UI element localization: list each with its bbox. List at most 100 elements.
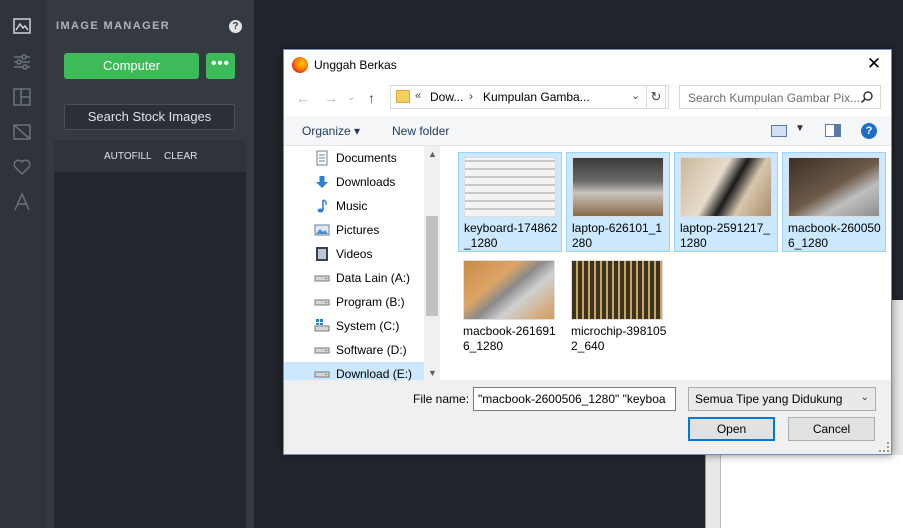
file-name: laptop-2591217_1280: [680, 221, 771, 250]
nav-item-software-d[interactable]: Software (D:): [314, 339, 424, 361]
nav-item-system-c[interactable]: System (C:): [314, 315, 424, 337]
search-stock-images-button[interactable]: Search Stock Images: [64, 104, 235, 130]
back-arrow-icon[interactable]: ←: [296, 90, 310, 106]
nav-item-label: System (C:): [336, 319, 400, 333]
tool-rail: [0, 0, 46, 528]
organize-menu[interactable]: Organize ▾: [302, 124, 360, 138]
search-icon: [860, 91, 873, 104]
downloads-icon: [314, 174, 330, 190]
file-name-label: File name:: [413, 392, 470, 406]
help-icon[interactable]: ?: [229, 20, 242, 33]
file-thumbnail: [680, 157, 772, 217]
nav-item-label: Music: [336, 199, 368, 213]
nav-item-pictures[interactable]: Pictures: [314, 219, 424, 241]
sliders-icon[interactable]: [12, 52, 32, 72]
file-name: macbook-2616916_1280: [463, 324, 556, 353]
breadcrumb-separator: ›: [469, 89, 473, 103]
address-dropdown-icon[interactable]: ⌄: [631, 89, 640, 102]
file-item[interactable]: macbook-2616916_1280: [458, 256, 562, 356]
nav-item-label: Program (B:): [336, 295, 405, 309]
nav-item-download-e[interactable]: Download (E:): [314, 363, 424, 385]
autofill-button[interactable]: AUTOFILL: [104, 151, 152, 162]
nav-item-program-b[interactable]: Program (B:): [314, 291, 424, 313]
file-item[interactable]: macbook-2600506_1280: [782, 152, 886, 252]
file-thumbnail: [788, 157, 880, 217]
file-thumbnail: [464, 157, 556, 217]
view-dropdown-icon[interactable]: ▼: [795, 123, 805, 134]
file-item[interactable]: microchip-3981052_640: [566, 256, 670, 356]
folder-search-input[interactable]: Search Kumpulan Gambar Pix...: [679, 85, 881, 109]
nav-item-label: Downloads: [336, 175, 396, 189]
file-name: keyboard-174862_1280: [464, 221, 558, 250]
file-upload-dialog: Unggah Berkas ✕ ← → ⌄ ↑ « Dow... › Kumpu…: [283, 49, 892, 455]
nav-item-label: Software (D:): [336, 343, 407, 357]
more-options-button[interactable]: •••: [206, 53, 235, 79]
breadcrumb-overflow[interactable]: «: [415, 90, 421, 102]
clear-button[interactable]: CLEAR: [164, 151, 197, 162]
nav-item-label: Pictures: [336, 223, 380, 237]
help-icon[interactable]: ?: [861, 123, 877, 139]
image-crossed-icon[interactable]: [12, 122, 32, 142]
drive-icon: [314, 294, 330, 310]
chevron-down-icon: ⌄: [860, 392, 869, 403]
open-button[interactable]: Open: [688, 417, 775, 441]
nav-item-documents[interactable]: Documents: [314, 147, 424, 169]
search-placeholder: Search Kumpulan Gambar Pix...: [688, 91, 861, 105]
navigation-pane: Documents Downloads Music Pictures Videos Dat…: [284, 146, 440, 381]
file-thumbnail: [463, 260, 555, 320]
image-manager-panel: IMAGE MANAGER ? Computer ••• Search Stoc…: [46, 0, 254, 528]
forward-arrow-icon[interactable]: →: [324, 90, 338, 106]
drive-icon: [314, 366, 330, 382]
nav-item-music[interactable]: Music: [314, 195, 424, 217]
resize-grip-icon[interactable]: [879, 442, 889, 452]
nav-item-videos[interactable]: Videos: [314, 243, 424, 265]
breadcrumb-current-folder[interactable]: Kumpulan Gamba...: [483, 90, 590, 104]
scroll-down-icon[interactable]: ▼: [428, 368, 437, 378]
image-list-area: [54, 172, 246, 528]
drive-icon: [314, 342, 330, 358]
view-mode-icon[interactable]: [771, 125, 787, 137]
preview-pane-icon[interactable]: [825, 124, 841, 137]
up-arrow-icon[interactable]: ↑: [368, 90, 375, 106]
drive-icon: [314, 270, 330, 286]
dialog-title: Unggah Berkas: [314, 58, 397, 72]
close-button[interactable]: ✕: [863, 53, 885, 75]
heart-icon[interactable]: [12, 157, 32, 177]
panel-title: IMAGE MANAGER: [56, 20, 171, 32]
navigation-row: ← → ⌄ ↑ « Dow... › Kumpulan Gamba... ⌄ ↻…: [284, 80, 891, 116]
recent-dropdown-icon[interactable]: ⌄: [347, 92, 355, 103]
cancel-button[interactable]: Cancel: [788, 417, 875, 441]
file-thumbnail: [572, 157, 664, 217]
nav-scrollbar-thumb[interactable]: [426, 216, 438, 316]
address-bar[interactable]: « Dow... › Kumpulan Gamba... ⌄: [390, 85, 669, 109]
breadcrumb-downloads[interactable]: Dow...: [430, 90, 463, 104]
firefox-icon: [292, 57, 308, 73]
pictures-icon: [314, 222, 330, 238]
music-icon: [314, 198, 330, 214]
refresh-icon[interactable]: ↻: [646, 85, 666, 109]
layout-icon[interactable]: [12, 87, 32, 107]
file-type-select[interactable]: Semua Tipe yang Didukung ⌄: [688, 387, 876, 411]
autofill-row: AUTOFILL CLEAR: [54, 140, 246, 172]
text-icon[interactable]: [12, 192, 32, 212]
file-item[interactable]: laptop-626101_1280: [566, 152, 670, 252]
computer-button[interactable]: Computer: [64, 53, 199, 79]
nav-item-label: Download (E:): [336, 367, 413, 381]
file-item[interactable]: keyboard-174862_1280: [458, 152, 562, 252]
nav-item-label: Documents: [336, 151, 397, 165]
documents-icon: [314, 150, 330, 166]
nav-item-label: Videos: [336, 247, 373, 261]
file-name-input[interactable]: "macbook-2600506_1280" "keyboa: [473, 387, 676, 411]
scroll-up-icon[interactable]: ▲: [428, 149, 437, 159]
new-folder-button[interactable]: New folder: [392, 124, 449, 138]
background-page-inner: [720, 455, 903, 528]
file-item[interactable]: laptop-2591217_1280: [674, 152, 778, 252]
image-chart-icon[interactable]: [12, 16, 32, 36]
nav-item-downloads[interactable]: Downloads: [314, 171, 424, 193]
file-grid: keyboard-174862_1280 laptop-626101_1280 la…: [440, 146, 891, 380]
windows-drive-icon: [314, 318, 330, 334]
file-name: macbook-2600506_1280: [788, 221, 881, 250]
folder-icon: [396, 90, 410, 103]
nav-item-data-lain-a[interactable]: Data Lain (A:): [314, 267, 424, 289]
dialog-toolbar: Organize ▾ New folder ▼ ?: [284, 116, 891, 146]
